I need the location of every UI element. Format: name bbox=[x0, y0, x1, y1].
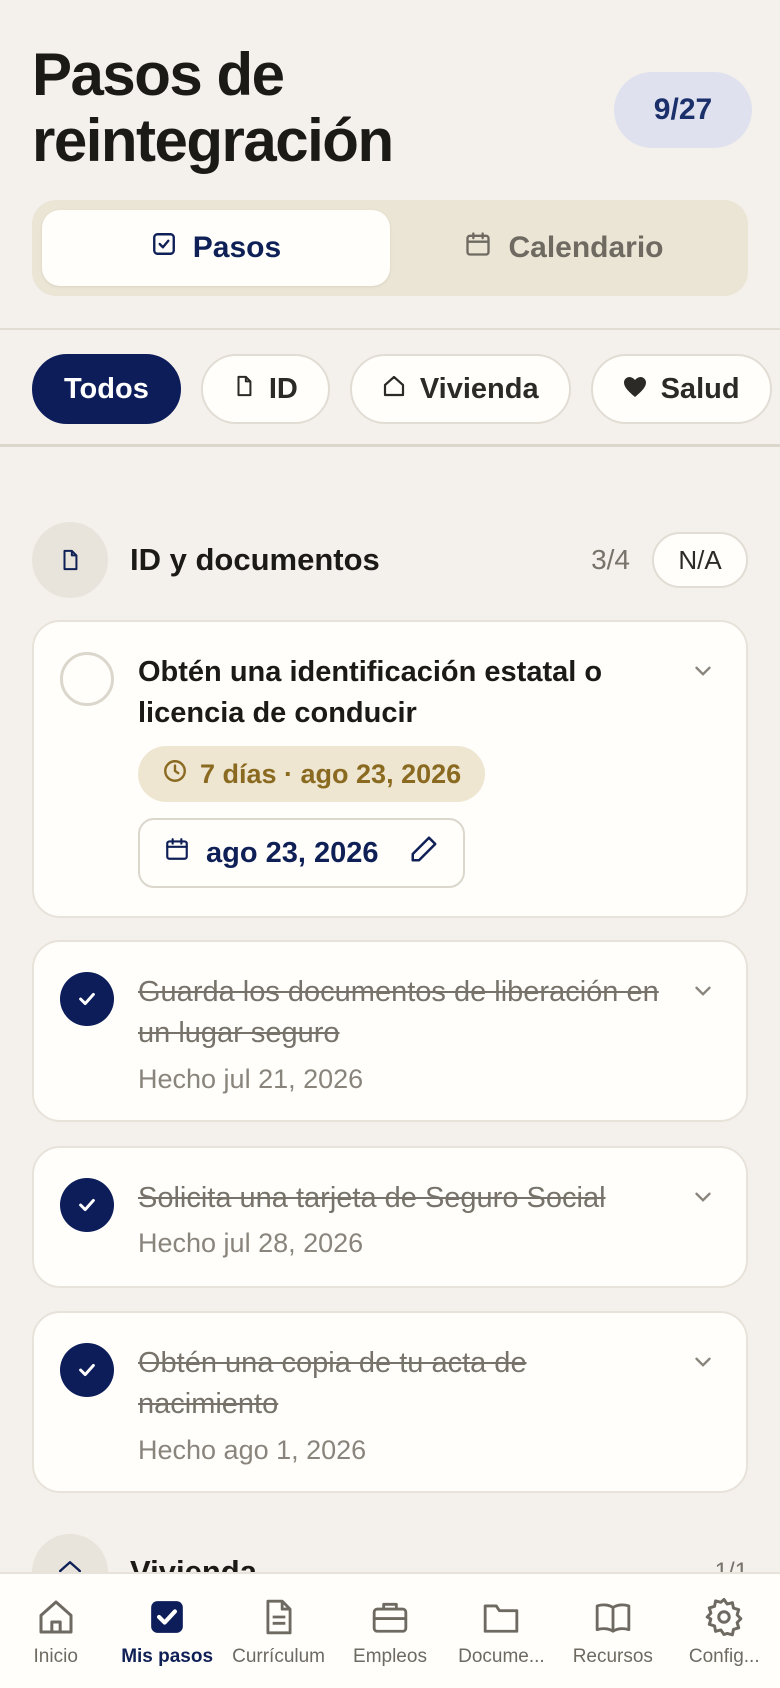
done-date: Hecho jul 28, 2026 bbox=[138, 1228, 364, 1258]
checkbox-icon bbox=[146, 1596, 188, 1638]
due-badge: 7 días · ago 23, 2026 bbox=[138, 746, 486, 802]
task-checkbox-checked[interactable] bbox=[60, 1178, 114, 1232]
chevron-down-icon[interactable] bbox=[690, 658, 716, 689]
nav-item-my-steps[interactable]: Mis pasos bbox=[111, 1574, 222, 1688]
nav-item-home[interactable]: Inicio bbox=[0, 1574, 111, 1688]
section-title: ID y documentos bbox=[130, 542, 380, 577]
home-icon bbox=[382, 373, 406, 406]
heart-icon bbox=[623, 373, 647, 406]
nav-label: Currículum bbox=[232, 1646, 325, 1667]
divider bbox=[0, 328, 780, 330]
due-date-text: ago 23, 2026 bbox=[206, 836, 379, 869]
nav-item-resume[interactable]: Currículum bbox=[223, 1574, 334, 1688]
nav-label: Config... bbox=[688, 1646, 760, 1667]
resume-icon bbox=[258, 1596, 300, 1638]
section-header-id: ID y documentos 3/4 N/A bbox=[32, 522, 748, 598]
progress-badge: 9/27 bbox=[614, 72, 752, 148]
task-card[interactable]: Guarda los documentos de liberación en u… bbox=[32, 940, 748, 1122]
filter-chip-label: Salud bbox=[660, 372, 740, 405]
filter-chip-label: Vivienda bbox=[419, 372, 539, 405]
filter-chip-housing[interactable]: Vivienda bbox=[349, 354, 571, 424]
filter-chip-label: Todos bbox=[64, 372, 149, 405]
home-icon bbox=[35, 1596, 77, 1638]
task-title: Obtén una identificación estatal o licen… bbox=[138, 656, 603, 729]
book-icon bbox=[592, 1596, 634, 1638]
tab-steps[interactable]: Pasos bbox=[42, 210, 390, 286]
nav-label: Mis pasos bbox=[121, 1646, 214, 1667]
nav-item-settings[interactable]: Config... bbox=[669, 1574, 780, 1688]
nav-label: Inicio bbox=[33, 1646, 78, 1667]
divider bbox=[0, 444, 780, 447]
header: Pasos de reintegración 9/27 bbox=[32, 42, 752, 174]
task-title: Guarda los documentos de liberación en u… bbox=[138, 976, 659, 1049]
calendar-icon bbox=[464, 230, 492, 266]
section-count: 3/4 bbox=[591, 544, 630, 575]
folder-icon bbox=[480, 1596, 522, 1638]
task-card[interactable]: Obtén una copia de tu acta de nacimiento… bbox=[32, 1311, 748, 1493]
task-card[interactable]: Solicita una tarjeta de Seguro Social He… bbox=[32, 1146, 748, 1288]
filter-chip-id[interactable]: ID bbox=[200, 354, 330, 424]
task-checkbox[interactable] bbox=[60, 652, 114, 706]
checkbox-icon bbox=[151, 231, 177, 265]
view-switcher: Pasos Calendario bbox=[32, 200, 748, 296]
task-title: Solicita una tarjeta de Seguro Social bbox=[138, 1182, 606, 1214]
document-icon bbox=[32, 522, 108, 598]
tab-steps-label: Pasos bbox=[192, 231, 282, 264]
tab-calendar-label: Calendario bbox=[508, 231, 664, 264]
clock-icon bbox=[162, 758, 188, 791]
na-button[interactable]: N/A bbox=[652, 532, 748, 588]
nav-item-documents[interactable]: Docume... bbox=[446, 1574, 557, 1688]
pencil-icon bbox=[409, 834, 439, 872]
done-date: Hecho jul 21, 2026 bbox=[138, 1064, 364, 1094]
nav-label: Empleos bbox=[353, 1646, 427, 1667]
calendar-icon bbox=[164, 836, 190, 870]
task-checkbox-checked[interactable] bbox=[60, 1343, 114, 1397]
filter-chip-label: ID bbox=[268, 372, 298, 405]
chevron-down-icon[interactable] bbox=[690, 1349, 716, 1380]
nav-label: Docume... bbox=[458, 1646, 545, 1667]
due-date-button[interactable]: ago 23, 2026 bbox=[138, 818, 465, 888]
filter-chip-all[interactable]: Todos bbox=[32, 354, 181, 424]
done-date: Hecho ago 1, 2026 bbox=[138, 1435, 367, 1465]
task-checkbox-checked[interactable] bbox=[60, 972, 114, 1026]
tab-calendar[interactable]: Calendario bbox=[390, 210, 738, 286]
bottom-nav: Inicio Mis pasos Currículum Empleos Docu… bbox=[0, 1572, 780, 1688]
briefcase-icon bbox=[369, 1596, 411, 1638]
nav-item-resources[interactable]: Recursos bbox=[557, 1574, 668, 1688]
filter-chips: Todos ID Vivienda Salud bbox=[32, 354, 772, 424]
chevron-down-icon[interactable] bbox=[690, 978, 716, 1009]
nav-item-jobs[interactable]: Empleos bbox=[334, 1574, 445, 1688]
filter-chip-health[interactable]: Salud bbox=[590, 354, 772, 424]
task-card[interactable]: Obtén una identificación estatal o licen… bbox=[32, 620, 748, 918]
page-title: Pasos de reintegración bbox=[32, 41, 394, 174]
due-badge-text: 7 días · ago 23, 2026 bbox=[200, 758, 462, 789]
chevron-down-icon[interactable] bbox=[690, 1184, 716, 1215]
document-icon bbox=[233, 373, 255, 406]
task-title: Obtén una copia de tu acta de nacimiento bbox=[138, 1347, 527, 1420]
gear-icon bbox=[703, 1596, 745, 1638]
nav-label: Recursos bbox=[572, 1646, 653, 1667]
